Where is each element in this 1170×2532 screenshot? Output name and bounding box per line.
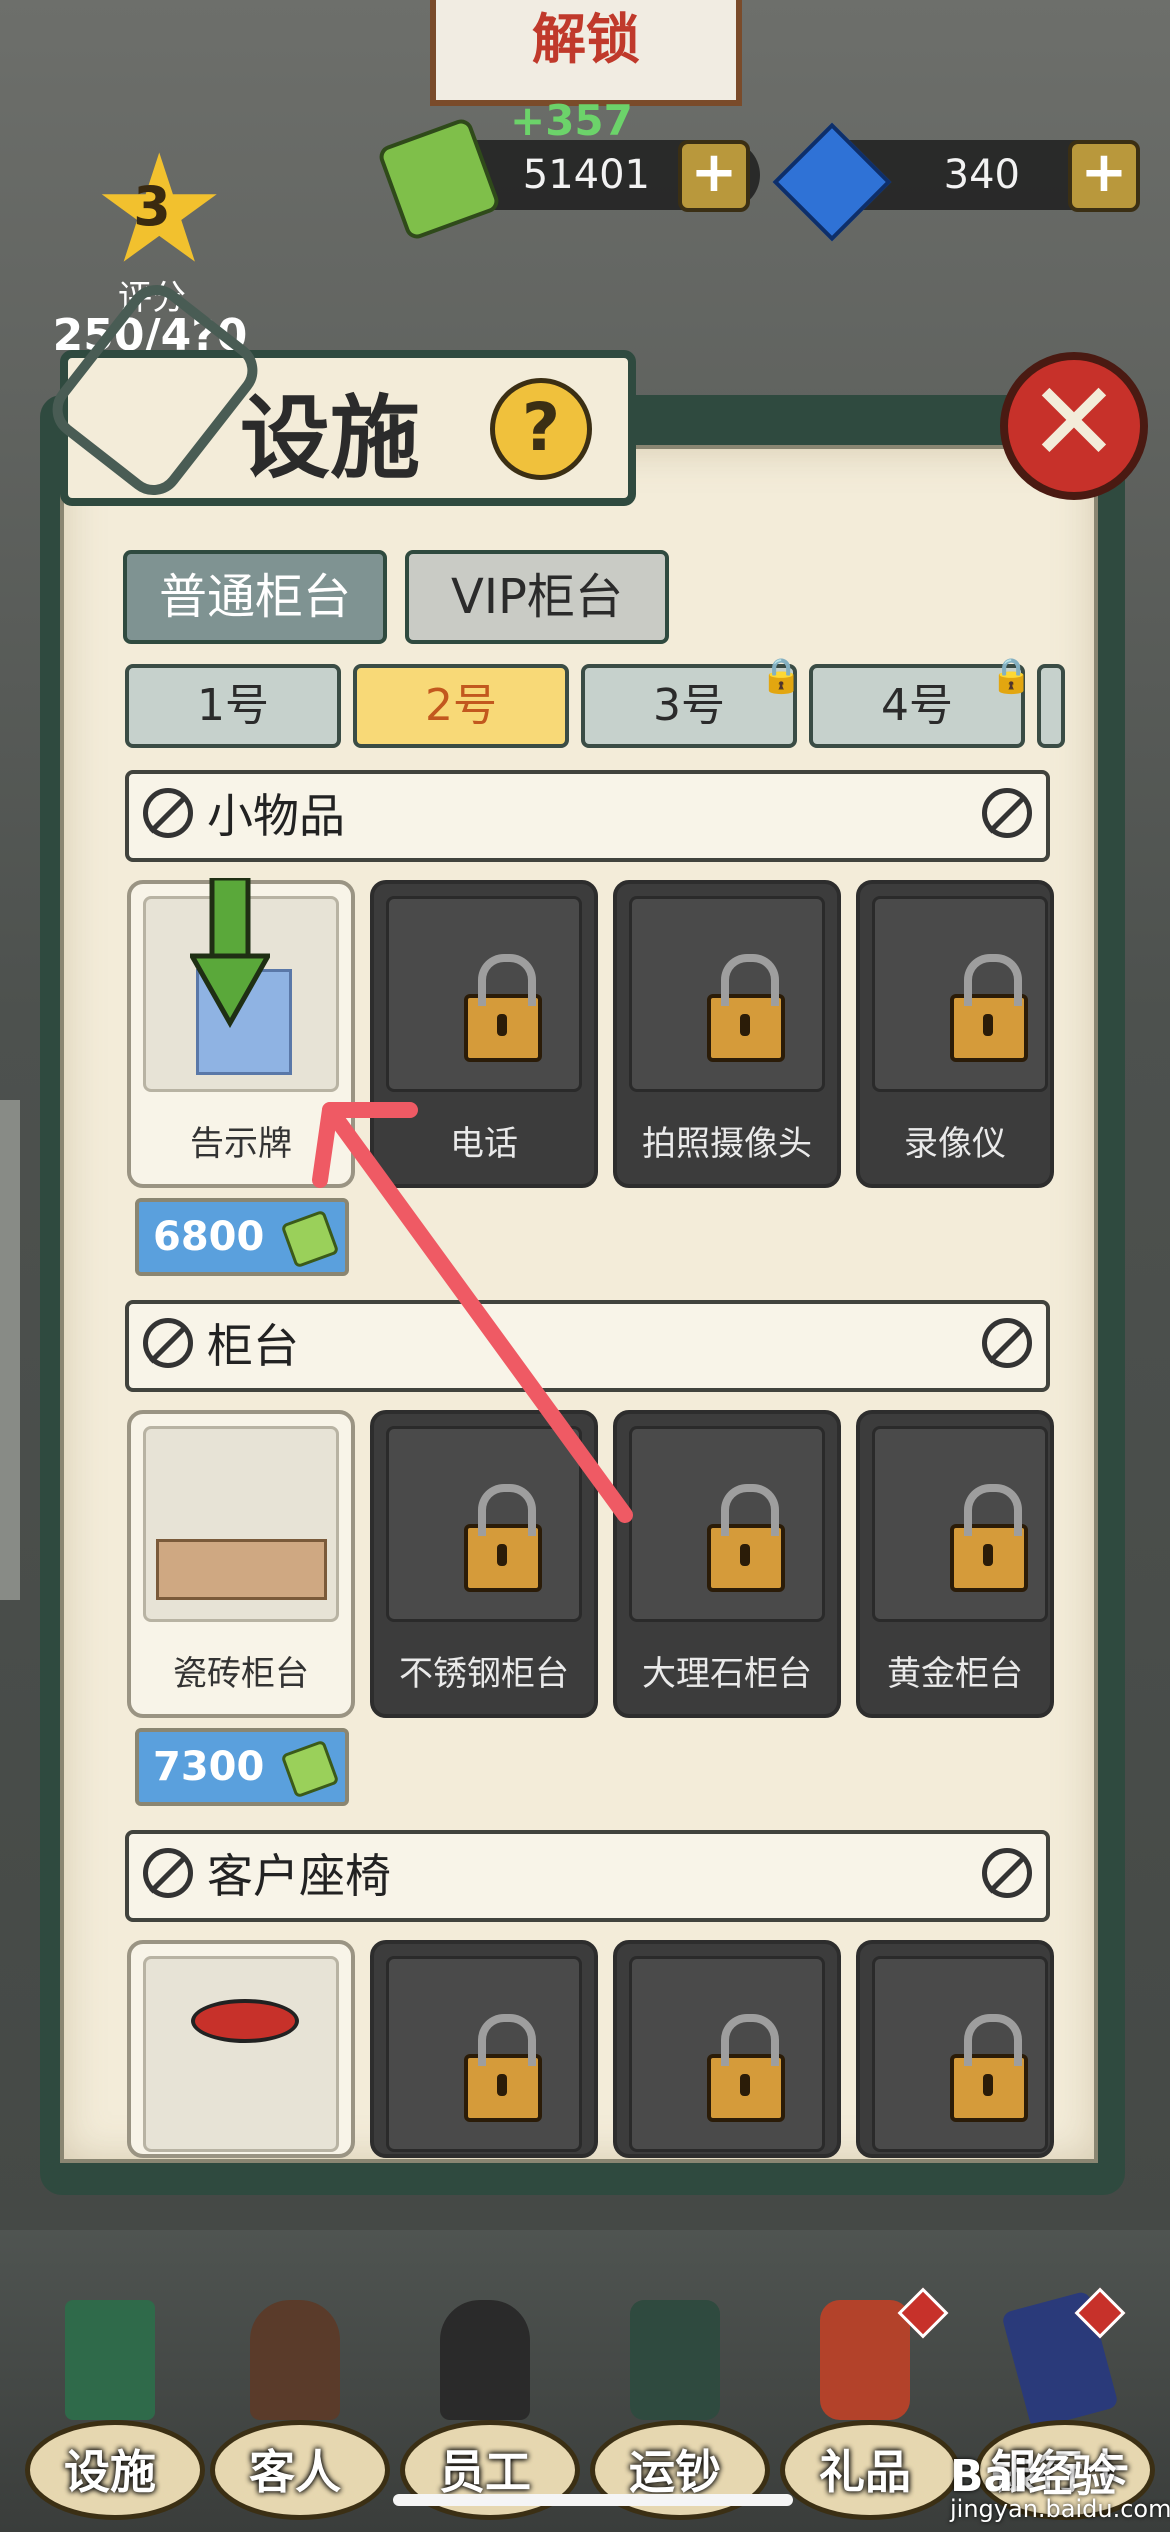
lock-icon — [950, 1484, 1028, 1592]
bag-icon — [820, 2300, 910, 2420]
slot-5-partial[interactable] — [1037, 664, 1065, 748]
price-value: 7300 — [153, 1744, 265, 1790]
item-image — [629, 1956, 825, 2152]
lock-icon — [707, 2014, 785, 2122]
lock-icon — [950, 2014, 1028, 2122]
facility-card-locked[interactable]: 大理石柜台 — [613, 1410, 841, 1718]
facility-card-locked[interactable] — [370, 1940, 598, 2158]
nav-cash-transport[interactable]: 运钞 — [590, 2300, 770, 2520]
help-button[interactable]: ? — [490, 378, 592, 480]
facility-card-locked[interactable]: 拍照摄像头 — [613, 880, 841, 1188]
item-name: 录像仪 — [904, 1124, 1006, 1164]
facility-card-locked[interactable]: 电话 — [370, 880, 598, 1188]
nav-customer[interactable]: 客人 — [210, 2300, 390, 2520]
home-indicator[interactable] — [393, 2494, 793, 2506]
nav-label: 运钞 — [629, 2445, 721, 2499]
lock-icon — [707, 954, 785, 1062]
cash-value: 51401 — [522, 152, 650, 198]
facility-card-locked[interactable]: 录像仪 — [856, 880, 1054, 1188]
lock-icon: 🔒 — [760, 656, 803, 696]
item-image — [872, 1426, 1048, 1622]
facility-card[interactable]: 瓷砖柜台 — [127, 1410, 355, 1718]
section-header-small-items: 小物品 — [125, 770, 1050, 862]
counter-icon — [156, 1539, 327, 1600]
lock-icon: 🔒 — [990, 656, 1033, 696]
stool-icon — [191, 1999, 299, 2043]
section-title: 小物品 — [207, 789, 345, 843]
facility-card-locked[interactable]: 不锈钢柜台 — [370, 1410, 598, 1718]
prohibit-icon — [143, 1318, 193, 1368]
item-image — [872, 896, 1048, 1092]
rating-level: 3 — [133, 175, 171, 238]
section-header-customer-seat: 客户座椅 — [125, 1830, 1050, 1922]
prohibit-icon — [143, 788, 193, 838]
section-header-counter: 柜台 — [125, 1300, 1050, 1392]
atm-icon — [65, 2300, 155, 2420]
facility-card-locked[interactable] — [856, 1940, 1054, 2158]
lock-icon — [950, 954, 1028, 1062]
lock-icon — [464, 2014, 542, 2122]
facility-card[interactable] — [127, 1940, 355, 2158]
cash-icon — [280, 1739, 340, 1799]
lock-icon — [707, 1484, 785, 1592]
prohibit-icon[interactable] — [982, 1848, 1032, 1898]
slot-2[interactable]: 2号 — [353, 664, 569, 748]
nav-facility[interactable]: 设施 — [25, 2300, 205, 2520]
prohibit-icon — [143, 1848, 193, 1898]
slot-1[interactable]: 1号 — [125, 664, 341, 748]
nav-gift[interactable]: 礼品 — [780, 2300, 960, 2520]
green-down-arrow-icon — [190, 878, 270, 1028]
lock-icon — [464, 954, 542, 1062]
item-name: 黄金柜台 — [887, 1654, 1023, 1694]
nav-label: 设施 — [64, 2445, 156, 2499]
nav-label: 礼品 — [819, 2445, 911, 2499]
nav-label: 客人 — [249, 2445, 341, 2499]
add-cash-button[interactable]: + — [678, 140, 750, 212]
prohibit-icon[interactable] — [982, 1318, 1032, 1368]
customer-icon — [250, 2300, 340, 2420]
item-image — [629, 896, 825, 1092]
section-title: 柜台 — [207, 1319, 299, 1373]
background-wall — [0, 1100, 20, 1600]
item-image — [143, 1426, 339, 1622]
truck-icon — [630, 2300, 720, 2420]
facility-card-locked[interactable] — [613, 1940, 841, 2158]
price-tag[interactable]: 6800 — [135, 1198, 349, 1276]
nav-staff[interactable]: 员工 — [400, 2300, 580, 2520]
gem-value: 340 — [943, 152, 1020, 198]
unlock-sign: 解锁 — [430, 0, 742, 106]
add-gem-button[interactable]: + — [1068, 140, 1140, 212]
item-image — [386, 896, 582, 1092]
cash-icon — [280, 1209, 340, 1269]
item-name: 电话 — [450, 1124, 518, 1164]
lock-icon — [464, 1484, 542, 1592]
close-button[interactable]: ✕ — [1000, 352, 1148, 500]
price-value: 6800 — [153, 1214, 265, 1260]
item-name: 瓷砖柜台 — [173, 1654, 309, 1694]
section-title: 客户座椅 — [207, 1849, 391, 1903]
tab-vip-counter[interactable]: VIP柜台 — [405, 550, 669, 644]
item-image — [143, 1956, 339, 2152]
nav-label: 员工 — [439, 2445, 531, 2499]
item-image — [386, 1956, 582, 2152]
staff-icon — [440, 2300, 530, 2420]
item-name: 不锈钢柜台 — [399, 1654, 569, 1694]
item-name: 拍照摄像头 — [642, 1124, 812, 1164]
watermark-site: jingyan.baidu.com — [950, 2495, 1170, 2523]
dialog-title: 设施 — [240, 386, 420, 491]
tab-normal-counter[interactable]: 普通柜台 — [123, 550, 387, 644]
prohibit-icon[interactable] — [982, 788, 1032, 838]
item-name: 告示牌 — [190, 1124, 292, 1164]
item-name: 大理石柜台 — [642, 1654, 812, 1694]
facility-card-locked[interactable]: 黄金柜台 — [856, 1410, 1054, 1718]
item-image — [872, 1956, 1048, 2152]
item-image — [629, 1426, 825, 1622]
item-image — [386, 1426, 582, 1622]
price-tag[interactable]: 7300 — [135, 1728, 349, 1806]
cash-gain-text: +357 — [510, 96, 633, 145]
